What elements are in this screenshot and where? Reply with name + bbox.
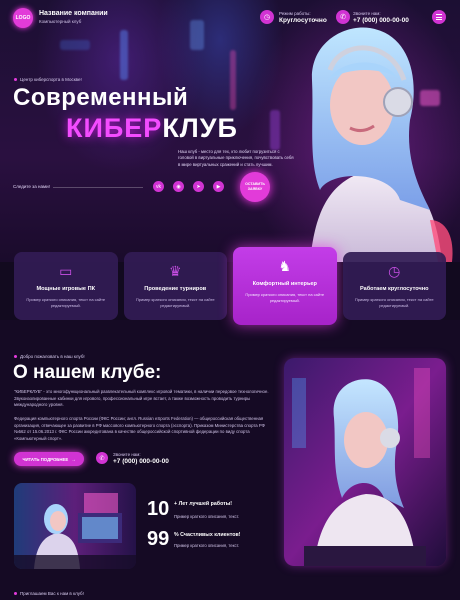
feature-title: Комфортный интерьер <box>252 281 317 287</box>
phone-label: Звоните нам: <box>113 452 141 457</box>
hours-label: Режим работы: <box>279 11 311 16</box>
phone-number[interactable]: +7 (000) 000-00-00 <box>353 17 409 24</box>
about-title: О нашем клубе: <box>13 362 162 383</box>
feature-card-active[interactable]: ♞ Комфортный интерьер Пример краткого оп… <box>233 247 337 325</box>
company-name: Название компании <box>39 10 108 17</box>
clock-icon: ◷ <box>388 263 401 279</box>
company-subtitle: Компьютерный клуб <box>39 19 82 24</box>
bottom-kicker: Приглашаем Вас к нам в клуб! <box>14 591 84 596</box>
phone-icon: ✆ <box>336 10 350 24</box>
read-more-label: ЧИТАТЬ ПОДРОБНЕЕ <box>22 456 69 462</box>
ok-icon[interactable]: ◉ <box>173 181 184 192</box>
hero-description: Наш клуб - место для тех, кто любит погр… <box>178 149 294 167</box>
feature-desc: Пример краткого описания, текст на сайте… <box>245 292 325 303</box>
page: LOGO Название компании Компьютерный клуб… <box>0 0 460 600</box>
follow-us-label: Следите за нами! <box>13 184 50 189</box>
about-kicker: Добро пожаловать в наш клуб! <box>14 354 85 359</box>
feature-title: Работаем круглосуточно <box>359 286 429 292</box>
bullet-icon <box>14 355 17 358</box>
divider <box>53 187 143 188</box>
hero-kicker-text: Центр киберспорта в Москве! <box>20 77 82 82</box>
feature-card[interactable]: ♛ Проведение турниров Пример краткого оп… <box>123 252 227 320</box>
bullet-icon <box>14 592 17 595</box>
phone-icon: ✆ <box>96 452 108 464</box>
feature-card[interactable]: ◷ Работаем круглосуточно Пример краткого… <box>342 252 446 320</box>
feature-desc: Пример краткого описания, текст на сайте… <box>135 297 215 308</box>
menu-button[interactable] <box>432 10 446 24</box>
vk-icon[interactable]: vk <box>153 181 164 192</box>
about-girl-image <box>284 358 446 566</box>
top-nav: LOGO Название компании Компьютерный клуб… <box>0 0 460 36</box>
feature-title: Мощные игровые ПК <box>36 286 96 292</box>
about-kicker-text: Добро пожаловать в наш клуб! <box>20 354 85 359</box>
telegram-icon[interactable]: ➤ <box>193 181 204 192</box>
features-row: ▭ Мощные игровые ПК Пример краткого опис… <box>14 247 446 325</box>
about-paragraph: "КИБЕРКЛУБ" - это многофункциональный ра… <box>14 389 269 408</box>
leave-request-button[interactable]: ОСТАВИТЬ ЗАЯВКУ <box>240 172 270 202</box>
youtube-icon[interactable]: ▶ <box>213 181 224 192</box>
bullet-icon <box>14 78 17 81</box>
hours-value: Круглосуточно <box>279 17 327 24</box>
feature-desc: Пример краткого описания, текст на сайте… <box>26 297 106 308</box>
gaming-chair-icon: ♞ <box>278 258 292 274</box>
feature-title: Проведение турниров <box>144 286 207 292</box>
gamer-image <box>14 483 136 569</box>
stat-number: 99 <box>147 528 170 550</box>
stat-title: + Лет лучшей работы! <box>174 501 233 507</box>
logo[interactable]: LOGO <box>13 8 33 28</box>
feature-desc: Пример краткого описания, текст на сайте… <box>354 297 434 308</box>
stat-desc: Пример краткого описания, текст. <box>174 514 240 519</box>
hero-title-rest: КЛУБ <box>162 113 238 143</box>
bottom-kicker-text: Приглашаем Вас к нам в клуб! <box>20 591 84 596</box>
hero-title: Современный <box>13 84 189 111</box>
stat-number: 10 <box>147 498 170 520</box>
read-more-button[interactable]: ЧИТАТЬ ПОДРОБНЕЕ → <box>14 452 84 466</box>
clock-icon: ◷ <box>260 10 274 24</box>
hero-girl-image <box>310 27 453 262</box>
stat-title: % Счастливых клиентов! <box>174 532 241 538</box>
monitor-icon: ▭ <box>59 263 73 279</box>
hero-section: LOGO Название компании Компьютерный клуб… <box>0 0 460 262</box>
hero-kicker: Центр киберспорта в Москве! <box>14 77 82 82</box>
about-paragraph: Федерация компьютерного спорта России (Ф… <box>14 416 265 441</box>
phone-number[interactable]: +7 (000) 000-00-00 <box>113 458 169 465</box>
stat-desc: Пример краткого описания, текст. <box>174 543 240 548</box>
feature-card[interactable]: ▭ Мощные игровые ПК Пример краткого опис… <box>14 252 118 320</box>
hero-title-accent: КИБЕРКЛУБ <box>66 115 238 142</box>
hero-title-highlight: КИБЕР <box>66 113 163 143</box>
arrow-right-icon: → <box>71 456 76 462</box>
trophy-icon: ♛ <box>168 263 182 279</box>
phone-label: Звоните нам: <box>353 11 381 16</box>
